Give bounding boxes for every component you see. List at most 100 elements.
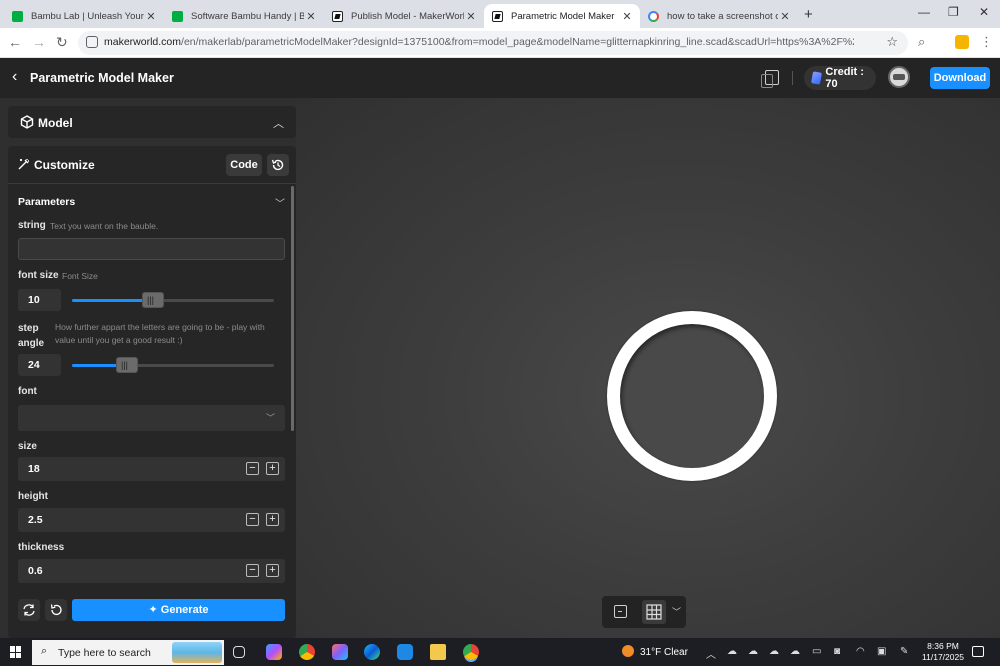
bookmark-star-icon[interactable]: ☆ [886, 34, 898, 50]
credit-label: Credit : 70 [825, 66, 864, 90]
battery-icon[interactable]: ▭ [812, 646, 821, 657]
taskbar-search-placeholder: Type here to search [58, 647, 151, 659]
step-angle-slider[interactable] [72, 357, 274, 373]
forward-arrow-icon[interactable]: → [32, 34, 46, 50]
increment-icon[interactable]: + [266, 513, 279, 526]
customize-header: Customize Code [8, 146, 296, 184]
tab-title: Bambu Lab | Unleash Your Crea [31, 10, 144, 22]
extension-icon[interactable] [955, 35, 969, 49]
size-stepper[interactable]: 18 − + [18, 457, 285, 481]
tab-title: Parametric Model Maker [511, 10, 615, 22]
pen-icon[interactable]: ✎ [900, 646, 908, 657]
font-size-slider[interactable] [72, 292, 274, 308]
close-tab-icon[interactable]: ✕ [464, 10, 478, 23]
code-button[interactable]: Code [226, 154, 262, 176]
chevron-up-icon[interactable]: ︿ [273, 115, 284, 131]
reload-icon[interactable]: ↻ [56, 34, 68, 51]
search-tabs-icon[interactable]: ⌕ [918, 34, 925, 50]
new-tab-icon[interactable]: + [804, 6, 813, 23]
show-hidden-icons-icon[interactable]: ︿ [706, 646, 716, 661]
url-path: /en/makerlab/parametricModelMaker?design… [181, 36, 854, 48]
task-view-icon[interactable] [233, 646, 245, 658]
height-label: height [18, 491, 48, 502]
panel-scrollbar[interactable] [291, 186, 294, 431]
cloud-sync-icon[interactable]: ☁ [748, 646, 758, 657]
thickness-stepper[interactable]: 0.6 − + [18, 559, 285, 583]
chevron-down-icon[interactable]: ﹀ [672, 605, 681, 618]
close-window-icon[interactable]: ✕ [979, 5, 989, 19]
refresh-button[interactable] [18, 599, 40, 621]
decrement-icon[interactable]: − [246, 462, 259, 475]
file-explorer-icon[interactable] [430, 644, 446, 660]
font-size-value-input[interactable]: 10 [18, 289, 61, 311]
tab-bambu-handy[interactable]: Software Bambu Handy | Bamb ✕ [164, 4, 324, 28]
tab-title: how to take a screenshot on la [667, 10, 778, 22]
copilot-icon[interactable] [266, 644, 282, 660]
chrome-icon[interactable] [299, 644, 315, 660]
restore-icon[interactable]: ❐ [948, 5, 959, 19]
search-highlight-image [172, 642, 222, 663]
tab-parametric-model-maker[interactable]: Parametric Model Maker ✕ [484, 4, 640, 28]
weather-text: 31°F Clear [640, 647, 688, 658]
internet-explorer-icon[interactable] [397, 644, 413, 660]
cloud-sync-icon[interactable]: ☁ [790, 646, 800, 657]
height-value: 2.5 [28, 514, 43, 526]
taskbar-clock[interactable]: 8:36 PM 11/17/2025 [920, 641, 966, 663]
back-arrow-icon[interactable]: ← [8, 34, 22, 50]
address-bar[interactable]: makerworld.com/en/makerlab/parametricMod… [78, 31, 908, 55]
download-button[interactable]: Download [930, 67, 990, 89]
model-viewport[interactable]: ﹀ [296, 98, 1000, 638]
decrement-icon[interactable]: − [246, 564, 259, 577]
taskbar-search[interactable]: ⌕ Type here to search [32, 640, 224, 665]
step-angle-slider-thumb[interactable] [116, 357, 138, 373]
avatar[interactable] [888, 66, 910, 88]
app-header: ‹ Parametric Model Maker Credit : 70 Dow… [0, 58, 1000, 98]
step-angle-value-input[interactable]: 24 [18, 354, 61, 376]
makerworld-icon [492, 10, 503, 22]
generate-button[interactable]: ✦ Generate [72, 599, 285, 621]
documents-icon[interactable] [761, 70, 779, 88]
tab-publish-model[interactable]: Publish Model - MakerWorld ✕ [324, 4, 484, 28]
weather-widget[interactable]: 31°F Clear [622, 645, 688, 658]
close-tab-icon[interactable]: ✕ [620, 10, 634, 23]
grid-toggle-button[interactable] [642, 600, 666, 624]
increment-icon[interactable]: + [266, 462, 279, 475]
close-tab-icon[interactable]: ✕ [778, 10, 792, 23]
frame-view-icon[interactable] [614, 605, 627, 618]
cloud-sync-icon[interactable]: ☁ [727, 646, 737, 657]
undo-icon [50, 604, 62, 616]
tab-google-search[interactable]: how to take a screenshot on la ✕ [640, 4, 798, 28]
font-size-slider-thumb[interactable] [142, 292, 164, 308]
notification-icon[interactable] [972, 646, 984, 657]
cloud-sync-icon[interactable]: ☁ [769, 646, 779, 657]
camera-icon[interactable]: ◙ [834, 646, 840, 657]
reset-button[interactable] [45, 599, 67, 621]
copilot-app-icon[interactable] [332, 644, 348, 660]
decrement-icon[interactable]: − [246, 513, 259, 526]
site-info-icon[interactable] [86, 36, 98, 48]
parameters-heading: Parameters [18, 196, 76, 208]
history-button[interactable] [267, 154, 289, 176]
increment-icon[interactable]: + [266, 564, 279, 577]
font-select[interactable]: ﹀ [18, 405, 285, 431]
credit-badge[interactable]: Credit : 70 [804, 66, 876, 90]
more-menu-icon[interactable]: ⋮ [980, 34, 993, 50]
tab-bambu-lab[interactable]: Bambu Lab | Unleash Your Crea ✕ [4, 4, 164, 28]
display-icon[interactable]: ▣ [877, 646, 886, 657]
clock-date: 11/17/2025 [922, 652, 964, 662]
sparkle-icon: ✦ [148, 604, 158, 616]
close-tab-icon[interactable]: ✕ [304, 10, 318, 23]
chrome-active-icon[interactable] [463, 644, 479, 660]
napkin-ring-model[interactable] [607, 311, 777, 481]
history-icon [271, 159, 284, 171]
back-chevron-icon[interactable]: ‹ [12, 68, 17, 86]
edge-icon[interactable] [364, 644, 380, 660]
wifi-icon[interactable]: ◠ [856, 646, 865, 657]
string-input[interactable] [18, 238, 285, 260]
close-tab-icon[interactable]: ✕ [144, 10, 158, 23]
height-stepper[interactable]: 2.5 − + [18, 508, 285, 532]
model-panel[interactable]: Model ︿ [8, 106, 296, 138]
windows-start-icon[interactable] [10, 646, 22, 658]
minimize-icon[interactable]: — [918, 5, 930, 19]
chevron-down-icon[interactable]: ﹀ [275, 195, 285, 210]
